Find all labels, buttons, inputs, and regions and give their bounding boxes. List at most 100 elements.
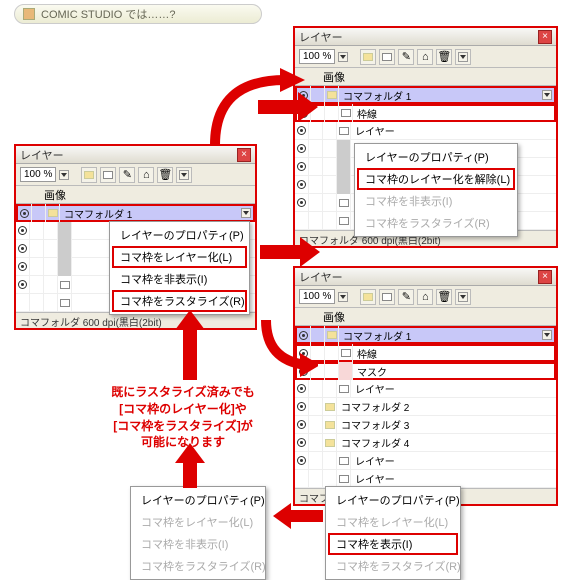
menu-item-rasterize[interactable]: コマ枠をラスタライズ(R) [112, 290, 247, 312]
toolbar-btn[interactable] [100, 167, 116, 183]
layer-row[interactable]: コマフォルダ 2 [295, 398, 556, 416]
layer-icon [339, 217, 349, 225]
context-menu-2: レイヤーのプロパティ(P) コマ枠のレイヤー化を解除(L) コマ枠を非表示(I)… [354, 143, 518, 237]
menu-item: コマ枠をレイヤー化(L) [133, 511, 263, 533]
row-label: レイヤー [351, 453, 556, 468]
folder-icon [363, 293, 373, 301]
folder-icon [325, 403, 335, 411]
toolbar-btn[interactable]: ⌂ [417, 289, 433, 305]
row-menu-icon[interactable] [542, 330, 552, 340]
layer-row[interactable]: コマフォルダ 3 [295, 416, 556, 434]
column-header: 画像 [16, 186, 255, 204]
eye-icon[interactable] [20, 209, 29, 218]
toolbar-btn[interactable]: 🗑 [436, 289, 452, 305]
menu-item[interactable]: コマ枠を非表示(I) [112, 268, 247, 290]
layer-row[interactable]: レイヤー [295, 122, 556, 140]
layer-icon [60, 299, 70, 307]
toolbar-btn[interactable] [81, 167, 97, 183]
chevron-down-icon [458, 52, 468, 62]
toolbar-btn[interactable]: 🗑 [157, 167, 173, 183]
folder-icon [327, 331, 337, 339]
menu-item-unlayerize[interactable]: コマ枠のレイヤー化を解除(L) [357, 168, 515, 190]
caption-text: 既にラスタライズ済みでも[コマ枠のレイヤー化]や[コマ枠をラスタライズ]が可能に… [98, 384, 268, 451]
zoom-dropdown-icon[interactable] [59, 170, 69, 180]
toolbar-btn[interactable]: ⌂ [138, 167, 154, 183]
zoom-dropdown-icon[interactable] [338, 292, 348, 302]
arrow-2 [258, 92, 318, 122]
row-label: コマフォルダ 1 [60, 206, 241, 221]
header-text: 画像 [323, 69, 345, 85]
toolbar-btn[interactable]: ✎ [398, 49, 414, 65]
row-label: マスク [353, 364, 554, 379]
layer-row[interactable]: レイヤー [295, 380, 556, 398]
eye-icon[interactable] [297, 420, 306, 429]
layer-row-mask[interactable]: マスク [295, 362, 556, 380]
layer-icon [339, 385, 349, 393]
eye-icon[interactable] [297, 180, 306, 189]
close-icon[interactable]: × [538, 270, 552, 284]
row-menu-icon[interactable] [241, 208, 251, 218]
eye-icon[interactable] [18, 280, 27, 289]
eye-icon[interactable] [18, 262, 27, 271]
new-icon [382, 53, 392, 61]
toolbar-btn[interactable] [455, 49, 471, 65]
panel-title: レイヤー [299, 269, 538, 285]
layer-row-waku[interactable]: 枠線 [295, 344, 556, 362]
toolbar-btn[interactable] [455, 289, 471, 305]
toolbar: 100 % ✎ ⌂ 🗑 [295, 46, 556, 68]
layer-row-folder[interactable]: コマフォルダ 1 [295, 326, 556, 344]
titlebar[interactable]: レイヤー × [295, 28, 556, 46]
column-header: 画像 [295, 68, 556, 86]
folder-icon [363, 53, 373, 61]
eye-icon[interactable] [18, 226, 27, 235]
toolbar-btn[interactable] [379, 49, 395, 65]
menu-item[interactable]: レイヤーのプロパティ(P) [328, 489, 458, 511]
folder-icon [48, 209, 58, 217]
context-menu-3: レイヤーのプロパティ(P) コマ枠をレイヤー化(L) コマ枠を非表示(I) コマ… [130, 486, 266, 580]
row-label: レイヤー [351, 123, 556, 138]
menu-item: コマ枠をラスタライズ(R) [133, 555, 263, 577]
new-icon [103, 171, 113, 179]
toolbar-btn[interactable] [360, 289, 376, 305]
eye-icon[interactable] [297, 456, 306, 465]
layer-row-folder[interactable]: コマフォルダ 1 [16, 204, 255, 222]
column-header: 画像 [295, 308, 556, 326]
layer-icon [339, 199, 349, 207]
menu-item[interactable]: レイヤーのプロパティ(P) [133, 489, 263, 511]
eye-icon[interactable] [297, 384, 306, 393]
eye-icon[interactable] [297, 438, 306, 447]
arrow-4 [258, 320, 318, 380]
toolbar-btn[interactable]: ⌂ [417, 49, 433, 65]
titlebar[interactable]: レイヤー × [295, 268, 556, 286]
toolbar-btn[interactable] [360, 49, 376, 65]
toolbar-btn[interactable]: ✎ [119, 167, 135, 183]
menu-item-layerize[interactable]: コマ枠をレイヤー化(L) [112, 246, 247, 268]
layer-row[interactable]: コマフォルダ 4 [295, 434, 556, 452]
layer-row-folder[interactable]: コマフォルダ 1 [295, 86, 556, 104]
menu-item[interactable]: レイヤーのプロパティ(P) [112, 224, 247, 246]
eye-icon[interactable] [18, 244, 27, 253]
eye-icon[interactable] [297, 198, 306, 207]
toolbar: 100 % ✎ ⌂ 🗑 [16, 164, 255, 186]
arrow-up [175, 310, 205, 380]
close-icon[interactable]: × [538, 30, 552, 44]
eye-icon[interactable] [297, 162, 306, 171]
menu-item-show[interactable]: コマ枠を表示(I) [328, 533, 458, 555]
layer-row-waku[interactable]: 枠線 [295, 104, 556, 122]
layer-row[interactable]: レイヤー [295, 452, 556, 470]
eye-icon[interactable] [297, 402, 306, 411]
toolbar-btn[interactable] [379, 289, 395, 305]
layer-panel-bottom-right: レイヤー × 100 % ✎ ⌂ 🗑 画像 コマフォルダ 1 枠線 マスク レイ… [293, 266, 558, 506]
row-label: コマフォルダ 1 [339, 328, 542, 343]
toolbar-btn[interactable]: ✎ [398, 289, 414, 305]
zoom-dropdown-icon[interactable] [338, 52, 348, 62]
row-menu-icon[interactable] [542, 90, 552, 100]
menu-item[interactable]: レイヤーのプロパティ(P) [357, 146, 515, 168]
zoom-field[interactable]: 100 % [299, 289, 335, 304]
toolbar-btn[interactable]: 🗑 [436, 49, 452, 65]
toolbar-btn[interactable] [176, 167, 192, 183]
header-text: 画像 [44, 187, 66, 203]
zoom-field[interactable]: 100 % [20, 167, 56, 182]
layer-icon [341, 109, 351, 117]
arrow-up-2 [175, 443, 205, 488]
